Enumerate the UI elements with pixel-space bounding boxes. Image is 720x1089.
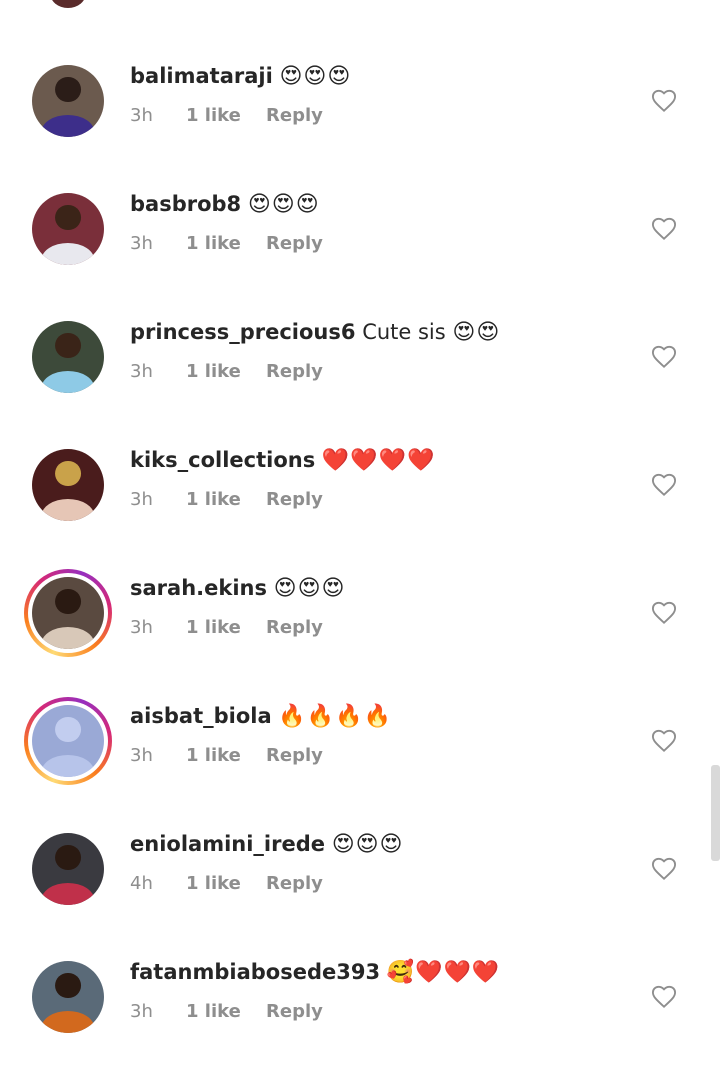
comment-meta: 3h 1 like Reply: [130, 1001, 323, 1022]
username-link[interactable]: kiks_collections: [130, 448, 315, 472]
timestamp: 3h: [130, 233, 153, 254]
comment-meta: 3h 1 like Reply: [130, 361, 323, 382]
avatar[interactable]: [32, 65, 104, 137]
username-link[interactable]: aisbat_biola: [130, 704, 272, 728]
comment-row: sarah.ekins 😍😍😍 3h 1 like Reply: [0, 569, 720, 705]
comment-meta: 3h 1 like Reply: [130, 489, 323, 510]
avatar[interactable]: [32, 833, 104, 905]
avatar[interactable]: [32, 961, 104, 1033]
like-count[interactable]: 1 like: [186, 873, 266, 894]
avatar-image: [32, 321, 104, 393]
comment-row: eniolamini_irede 😍😍😍 4h 1 like Reply: [0, 832, 720, 961]
comment-row: balimataraji 😍😍😍 3h 1 like Reply: [0, 64, 720, 193]
avatar-image: [32, 961, 104, 1033]
comment-meta: 3h 1 like Reply: [130, 617, 323, 638]
username-link[interactable]: balimataraji: [130, 64, 273, 88]
reply-button[interactable]: Reply: [266, 105, 323, 126]
comment-text-line: basbrob8 😍😍😍: [130, 189, 320, 220]
scrollbar[interactable]: [711, 765, 720, 861]
comment-row: fatanmbiabosede393 🥰❤️❤️❤️ 3h 1 like Reply: [0, 960, 720, 1089]
reply-button[interactable]: Reply: [266, 617, 323, 638]
comment-text-line: aisbat_biola 🔥🔥🔥🔥: [130, 701, 392, 732]
comment-text-line: balimataraji 😍😍😍: [130, 61, 351, 92]
username-link[interactable]: fatanmbiabosede393: [130, 960, 380, 984]
username-link[interactable]: basbrob8: [130, 192, 241, 216]
timestamp: 3h: [130, 1001, 153, 1022]
reply-button[interactable]: Reply: [266, 1001, 323, 1022]
like-count[interactable]: 1 like: [186, 361, 266, 382]
like-count[interactable]: 1 like: [186, 1001, 266, 1022]
comment-meta: 4h 1 like Reply: [130, 873, 323, 894]
reply-button[interactable]: Reply: [266, 489, 323, 510]
comment-text-line: eniolamini_irede 😍😍😍: [130, 829, 404, 860]
comment-emoji: 😍😍: [452, 320, 501, 345]
heart-icon[interactable]: [650, 855, 678, 883]
comment-emoji: ❤️❤️❤️❤️: [321, 448, 436, 473]
avatar[interactable]: [32, 321, 104, 393]
heart-icon[interactable]: [650, 599, 678, 627]
timestamp: 3h: [130, 489, 153, 510]
heart-icon[interactable]: [650, 471, 678, 499]
timestamp: 3h: [130, 105, 153, 126]
comment-row: kiks_collections ❤️❤️❤️❤️ 3h 1 like Reply: [0, 448, 720, 577]
avatar[interactable]: [32, 449, 104, 521]
like-count[interactable]: 1 like: [186, 105, 266, 126]
timestamp: 3h: [130, 617, 153, 638]
reply-button[interactable]: Reply: [266, 361, 323, 382]
heart-icon[interactable]: [650, 87, 678, 115]
username-link[interactable]: eniolamini_irede: [130, 832, 325, 856]
story-ring-avatar[interactable]: [24, 697, 112, 785]
like-count[interactable]: 1 like: [186, 489, 266, 510]
avatar-image: [32, 449, 104, 521]
comment-text-line: princess_precious6 Cute sis 😍😍: [130, 317, 500, 348]
avatar[interactable]: [32, 193, 104, 265]
avatar-image: [32, 577, 104, 649]
comment-emoji: 😍😍😍: [279, 64, 352, 89]
avatar[interactable]: [50, 0, 86, 8]
heart-icon[interactable]: [650, 983, 678, 1011]
timestamp: 3h: [130, 745, 153, 766]
avatar-image: [32, 65, 104, 137]
avatar-image: [32, 833, 104, 905]
timestamp: 3h: [130, 361, 153, 382]
avatar-image: [32, 193, 104, 265]
reply-button[interactable]: Reply: [266, 873, 323, 894]
comment-meta: 3h 1 like Reply: [130, 745, 323, 766]
heart-icon[interactable]: [650, 215, 678, 243]
comment-text-line: sarah.ekins 😍😍😍: [130, 573, 345, 604]
comment-body: Cute sis: [362, 320, 446, 344]
like-count[interactable]: 1 like: [186, 233, 266, 254]
comment-text-line: kiks_collections ❤️❤️❤️❤️: [130, 445, 435, 476]
comment-meta: 3h 1 like Reply: [130, 105, 323, 126]
username-link[interactable]: princess_precious6: [130, 320, 356, 344]
comment-row: basbrob8 😍😍😍 3h 1 like Reply: [0, 192, 720, 321]
reply-button[interactable]: Reply: [266, 745, 323, 766]
username-link[interactable]: sarah.ekins: [130, 576, 267, 600]
reply-button[interactable]: Reply: [266, 233, 323, 254]
avatar-image: [32, 705, 104, 777]
comment-row: princess_precious6 Cute sis 😍😍 3h 1 like Re…: [0, 320, 720, 449]
comment-row: aisbat_biola 🔥🔥🔥🔥 3h 1 like Reply: [0, 697, 720, 833]
comment-emoji: 🔥🔥🔥🔥: [278, 704, 392, 729]
heart-icon[interactable]: [650, 343, 678, 371]
like-count[interactable]: 1 like: [186, 745, 266, 766]
comment-meta: 3h 1 like Reply: [130, 233, 323, 254]
heart-icon[interactable]: [650, 727, 678, 755]
timestamp: 4h: [130, 873, 153, 894]
comment-emoji: 😍😍😍: [331, 832, 404, 857]
like-count[interactable]: 1 like: [186, 617, 266, 638]
comment-emoji: 😍😍😍: [247, 192, 320, 217]
comment-emoji: 😍😍😍: [273, 576, 346, 601]
comment-text-line: fatanmbiabosede393 🥰❤️❤️❤️: [130, 957, 500, 988]
comment-emoji: 🥰❤️❤️❤️: [386, 960, 501, 985]
story-ring-avatar[interactable]: [24, 569, 112, 657]
